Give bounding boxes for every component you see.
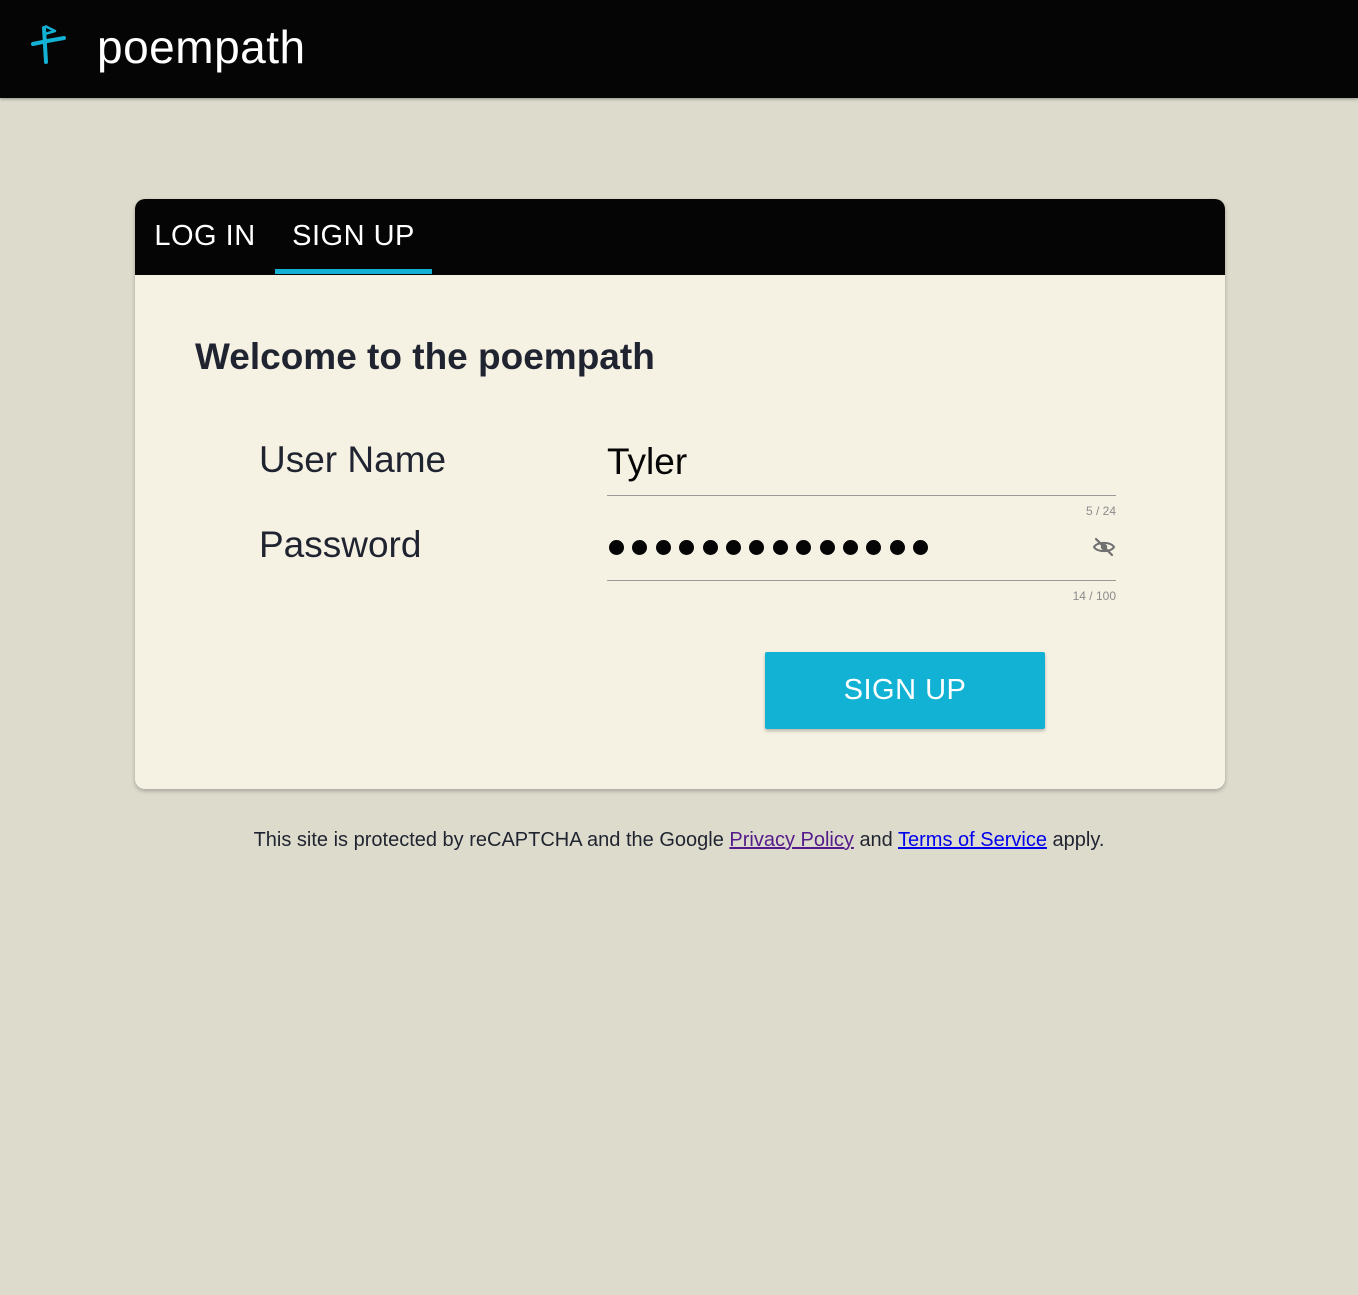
password-mask-dot [772,539,788,555]
top-app-bar: poempath [0,0,1358,98]
username-label: User Name [259,439,447,480]
password-mask-dot [889,539,905,555]
auth-card: LOG IN SIGN UP Welcome to the poempath U… [135,199,1225,789]
username-field[interactable]: Tyler [607,437,1116,496]
auth-tabs: LOG IN SIGN UP [135,199,1225,275]
password-masked-value[interactable] [609,522,936,572]
brand-title[interactable]: poempath [97,18,306,76]
password-mask-dot [866,539,882,555]
password-label: Password [259,524,422,565]
footer-text-middle: and [859,829,893,851]
password-field[interactable] [607,522,1116,581]
poempath-logo-icon[interactable] [28,22,74,66]
password-mask-dot [609,539,624,555]
eye-off-icon[interactable] [1092,535,1116,559]
footer-text-after: apply. [1052,829,1105,851]
password-mask-dot [632,539,648,555]
active-tab-indicator [275,269,432,274]
tab-log-in[interactable]: LOG IN [135,199,275,275]
sign-up-button[interactable]: SIGN UP [765,652,1045,729]
privacy-policy-link[interactable]: Privacy Policy [729,829,853,851]
password-mask-dot [749,539,765,555]
password-mask-dot [702,539,718,555]
password-mask-dot [796,539,812,555]
password-mask-dot [655,539,671,555]
password-mask-dot [819,539,835,555]
password-mask-dot [679,539,695,555]
username-value[interactable]: Tyler [607,437,687,487]
recaptcha-notice: This site is protected by reCAPTCHA and … [0,826,1358,854]
page-title: Welcome to the poempath [195,336,655,377]
footer-text-before: This site is protected by reCAPTCHA and … [253,829,724,851]
tab-sign-up[interactable]: SIGN UP [275,199,432,275]
password-mask-dot [725,539,741,555]
username-char-counter: 5 / 24 [1085,504,1116,518]
password-mask-dot [913,539,929,555]
password-mask-dot [842,539,858,555]
terms-of-service-link[interactable]: Terms of Service [898,829,1047,851]
password-char-counter: 14 / 100 [1072,589,1116,603]
